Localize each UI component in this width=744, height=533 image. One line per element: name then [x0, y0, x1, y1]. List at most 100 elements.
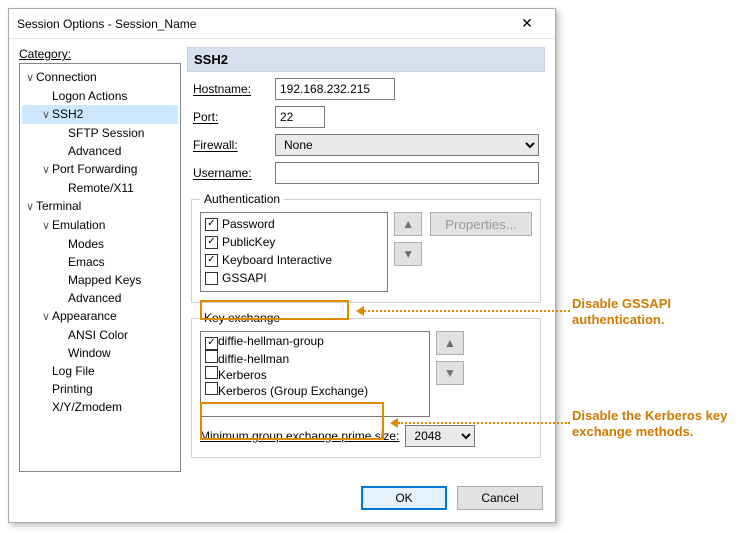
tree-item-label: Emacs: [68, 255, 105, 269]
category-column: Category: ∨ConnectionLogon Actions∨SSH2S…: [19, 47, 181, 472]
auth-move-down-button[interactable]: ▼: [394, 242, 422, 266]
username-label: Username:: [193, 166, 269, 180]
auth-item[interactable]: PublicKey: [205, 233, 383, 251]
kex-item-label: diffie-hellman: [218, 352, 289, 366]
tree-item[interactable]: Logon Actions: [22, 87, 178, 105]
hostname-input[interactable]: [275, 78, 395, 100]
tree-item[interactable]: Modes: [22, 235, 178, 253]
category-label: Category:: [19, 47, 181, 61]
window-title: Session Options - Session_Name: [17, 17, 507, 31]
tree-item[interactable]: Mapped Keys: [22, 271, 178, 289]
kex-buttons: ▲ ▼: [436, 331, 464, 417]
tree-item-label: Modes: [68, 237, 104, 251]
kex-item-label: diffie-hellman-group: [218, 334, 324, 348]
tree-item-label: Printing: [52, 382, 93, 396]
auth-item-label: Keyboard Interactive: [222, 253, 332, 267]
auth-item-label: GSSAPI: [222, 271, 267, 285]
auth-item-label: PublicKey: [222, 235, 275, 249]
port-input[interactable]: [275, 106, 325, 128]
tree-item[interactable]: Remote/X11: [22, 179, 178, 197]
cancel-button[interactable]: Cancel: [457, 486, 543, 510]
panel-header: SSH2: [187, 47, 545, 72]
tree-item-label: Port Forwarding: [52, 162, 137, 176]
auth-item[interactable]: GSSAPI: [205, 269, 383, 287]
checkbox-icon[interactable]: [205, 350, 218, 363]
tree-item[interactable]: X/Y/Zmodem: [22, 398, 178, 416]
arrowhead-a: [356, 306, 364, 316]
kex-item[interactable]: diffie-hellman: [205, 350, 425, 366]
auth-item[interactable]: Keyboard Interactive: [205, 251, 383, 269]
tree-item[interactable]: ANSI Color: [22, 326, 178, 344]
checkbox-icon[interactable]: [205, 236, 218, 249]
chevron-down-icon[interactable]: ∨: [40, 161, 52, 179]
tree-item-label: Window: [68, 346, 111, 360]
tree-item-label: Mapped Keys: [68, 273, 141, 287]
checkbox-icon[interactable]: [205, 272, 218, 285]
tree-item[interactable]: ∨Port Forwarding: [22, 160, 178, 179]
tree-item[interactable]: Advanced: [22, 142, 178, 160]
settings-panel: SSH2 Hostname: Port: Firewall: None User…: [187, 47, 545, 472]
tree-item-label: Log File: [52, 364, 95, 378]
tree-item[interactable]: Emacs: [22, 253, 178, 271]
port-label: Port:: [193, 110, 269, 124]
callout-kerberos: Disable the Kerberos key exchange method…: [572, 408, 742, 440]
kex-listbox[interactable]: diffie-hellman-groupdiffie-hellmanKerber…: [200, 331, 430, 417]
tree-item[interactable]: SFTP Session: [22, 124, 178, 142]
hostname-label: Hostname:: [193, 82, 269, 96]
dotline-a: [364, 310, 570, 312]
ok-button[interactable]: OK: [361, 486, 447, 510]
firewall-select[interactable]: None: [275, 134, 539, 156]
tree-item-label: Logon Actions: [52, 89, 127, 103]
tree-item-label: Remote/X11: [68, 181, 134, 195]
key-exchange-group: Key exchange diffie-hellman-group diffie-…: [191, 311, 541, 458]
tree-item-label: SSH2: [52, 107, 83, 121]
tree-item[interactable]: ∨Connection: [22, 68, 178, 87]
category-tree[interactable]: ∨ConnectionLogon Actions∨SSH2SFTP Sessio…: [19, 63, 181, 472]
kex-item[interactable]: Kerberos (Group Exchange): [205, 382, 425, 398]
arrowhead-b: [390, 418, 398, 428]
tree-item[interactable]: ∨Appearance: [22, 307, 178, 326]
auth-listbox[interactable]: Password PublicKey Keyboard Interactive GSS…: [200, 212, 388, 292]
chevron-down-icon[interactable]: ∨: [40, 106, 52, 124]
kex-item-label: Kerberos (Group Exchange): [218, 384, 368, 398]
checkbox-icon[interactable]: [205, 366, 218, 379]
auth-item-label: Password: [222, 217, 275, 231]
tree-item[interactable]: ∨SSH2: [22, 105, 178, 124]
auth-properties-button[interactable]: Properties...: [430, 212, 532, 236]
tree-item-label: Terminal: [36, 199, 81, 213]
tree-item[interactable]: Printing: [22, 380, 178, 398]
auth-move-up-button[interactable]: ▲: [394, 212, 422, 236]
tree-item-label: Advanced: [68, 144, 121, 158]
checkbox-icon[interactable]: [205, 337, 218, 350]
dialog-body: Category: ∨ConnectionLogon Actions∨SSH2S…: [9, 39, 555, 476]
username-input[interactable]: [275, 162, 539, 184]
tree-item-label: Connection: [36, 70, 97, 84]
kex-item[interactable]: diffie-hellman-group: [205, 334, 425, 350]
kex-move-up-button[interactable]: ▲: [436, 331, 464, 355]
tree-item-label: X/Y/Zmodem: [52, 400, 122, 414]
checkbox-icon[interactable]: [205, 382, 218, 395]
kex-min-select[interactable]: 2048: [405, 425, 475, 447]
auth-item[interactable]: Password: [205, 215, 383, 233]
tree-item[interactable]: Log File: [22, 362, 178, 380]
kex-legend: Key exchange: [200, 311, 284, 325]
checkbox-icon[interactable]: [205, 254, 218, 267]
auth-legend: Authentication: [200, 192, 284, 206]
chevron-down-icon[interactable]: ∨: [40, 308, 52, 326]
tree-item[interactable]: ∨Emulation: [22, 216, 178, 235]
auth-buttons: ▲ Properties... ▼: [394, 212, 532, 292]
chevron-down-icon[interactable]: ∨: [24, 69, 36, 87]
chevron-down-icon[interactable]: ∨: [40, 217, 52, 235]
dotline-b: [398, 422, 570, 424]
checkbox-icon[interactable]: [205, 218, 218, 231]
tree-item[interactable]: Advanced: [22, 289, 178, 307]
chevron-down-icon[interactable]: ∨: [24, 198, 36, 216]
tree-item[interactable]: ∨Terminal: [22, 197, 178, 216]
firewall-label: Firewall:: [193, 138, 269, 152]
tree-item[interactable]: Window: [22, 344, 178, 362]
dialog-footer: OK Cancel: [9, 476, 555, 522]
close-icon[interactable]: ✕: [507, 15, 547, 32]
kex-move-down-button[interactable]: ▼: [436, 361, 464, 385]
tree-item-label: Appearance: [52, 309, 117, 323]
kex-item[interactable]: Kerberos: [205, 366, 425, 382]
